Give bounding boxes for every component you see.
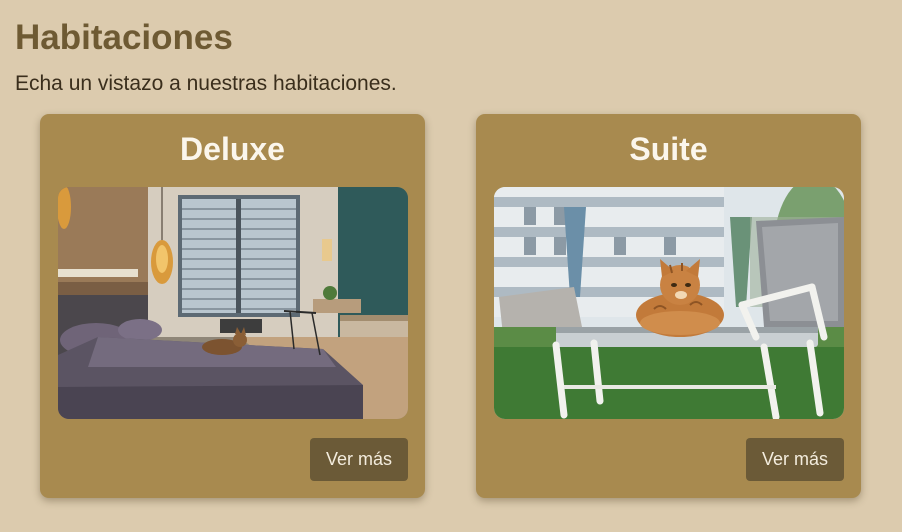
room-card-title: Deluxe	[180, 131, 285, 167]
ver-mas-button-suite[interactable]: Ver más	[746, 438, 844, 481]
page-subtitle: Echa un vistazo a nuestras habitaciones.	[15, 72, 397, 95]
page-title: Habitaciones	[15, 18, 233, 57]
cat-on-sun-lounger-photo	[494, 187, 844, 419]
room-card-suite: Suite Ver más	[476, 114, 861, 498]
room-card-deluxe: Deluxe Ver más	[40, 114, 425, 498]
bedroom-with-cat-photo	[58, 187, 408, 419]
ver-mas-button-deluxe[interactable]: Ver más	[310, 438, 408, 481]
rooms-page: Habitaciones Echa un vistazo a nuestras …	[0, 0, 902, 532]
room-card-title: Suite	[629, 131, 708, 167]
